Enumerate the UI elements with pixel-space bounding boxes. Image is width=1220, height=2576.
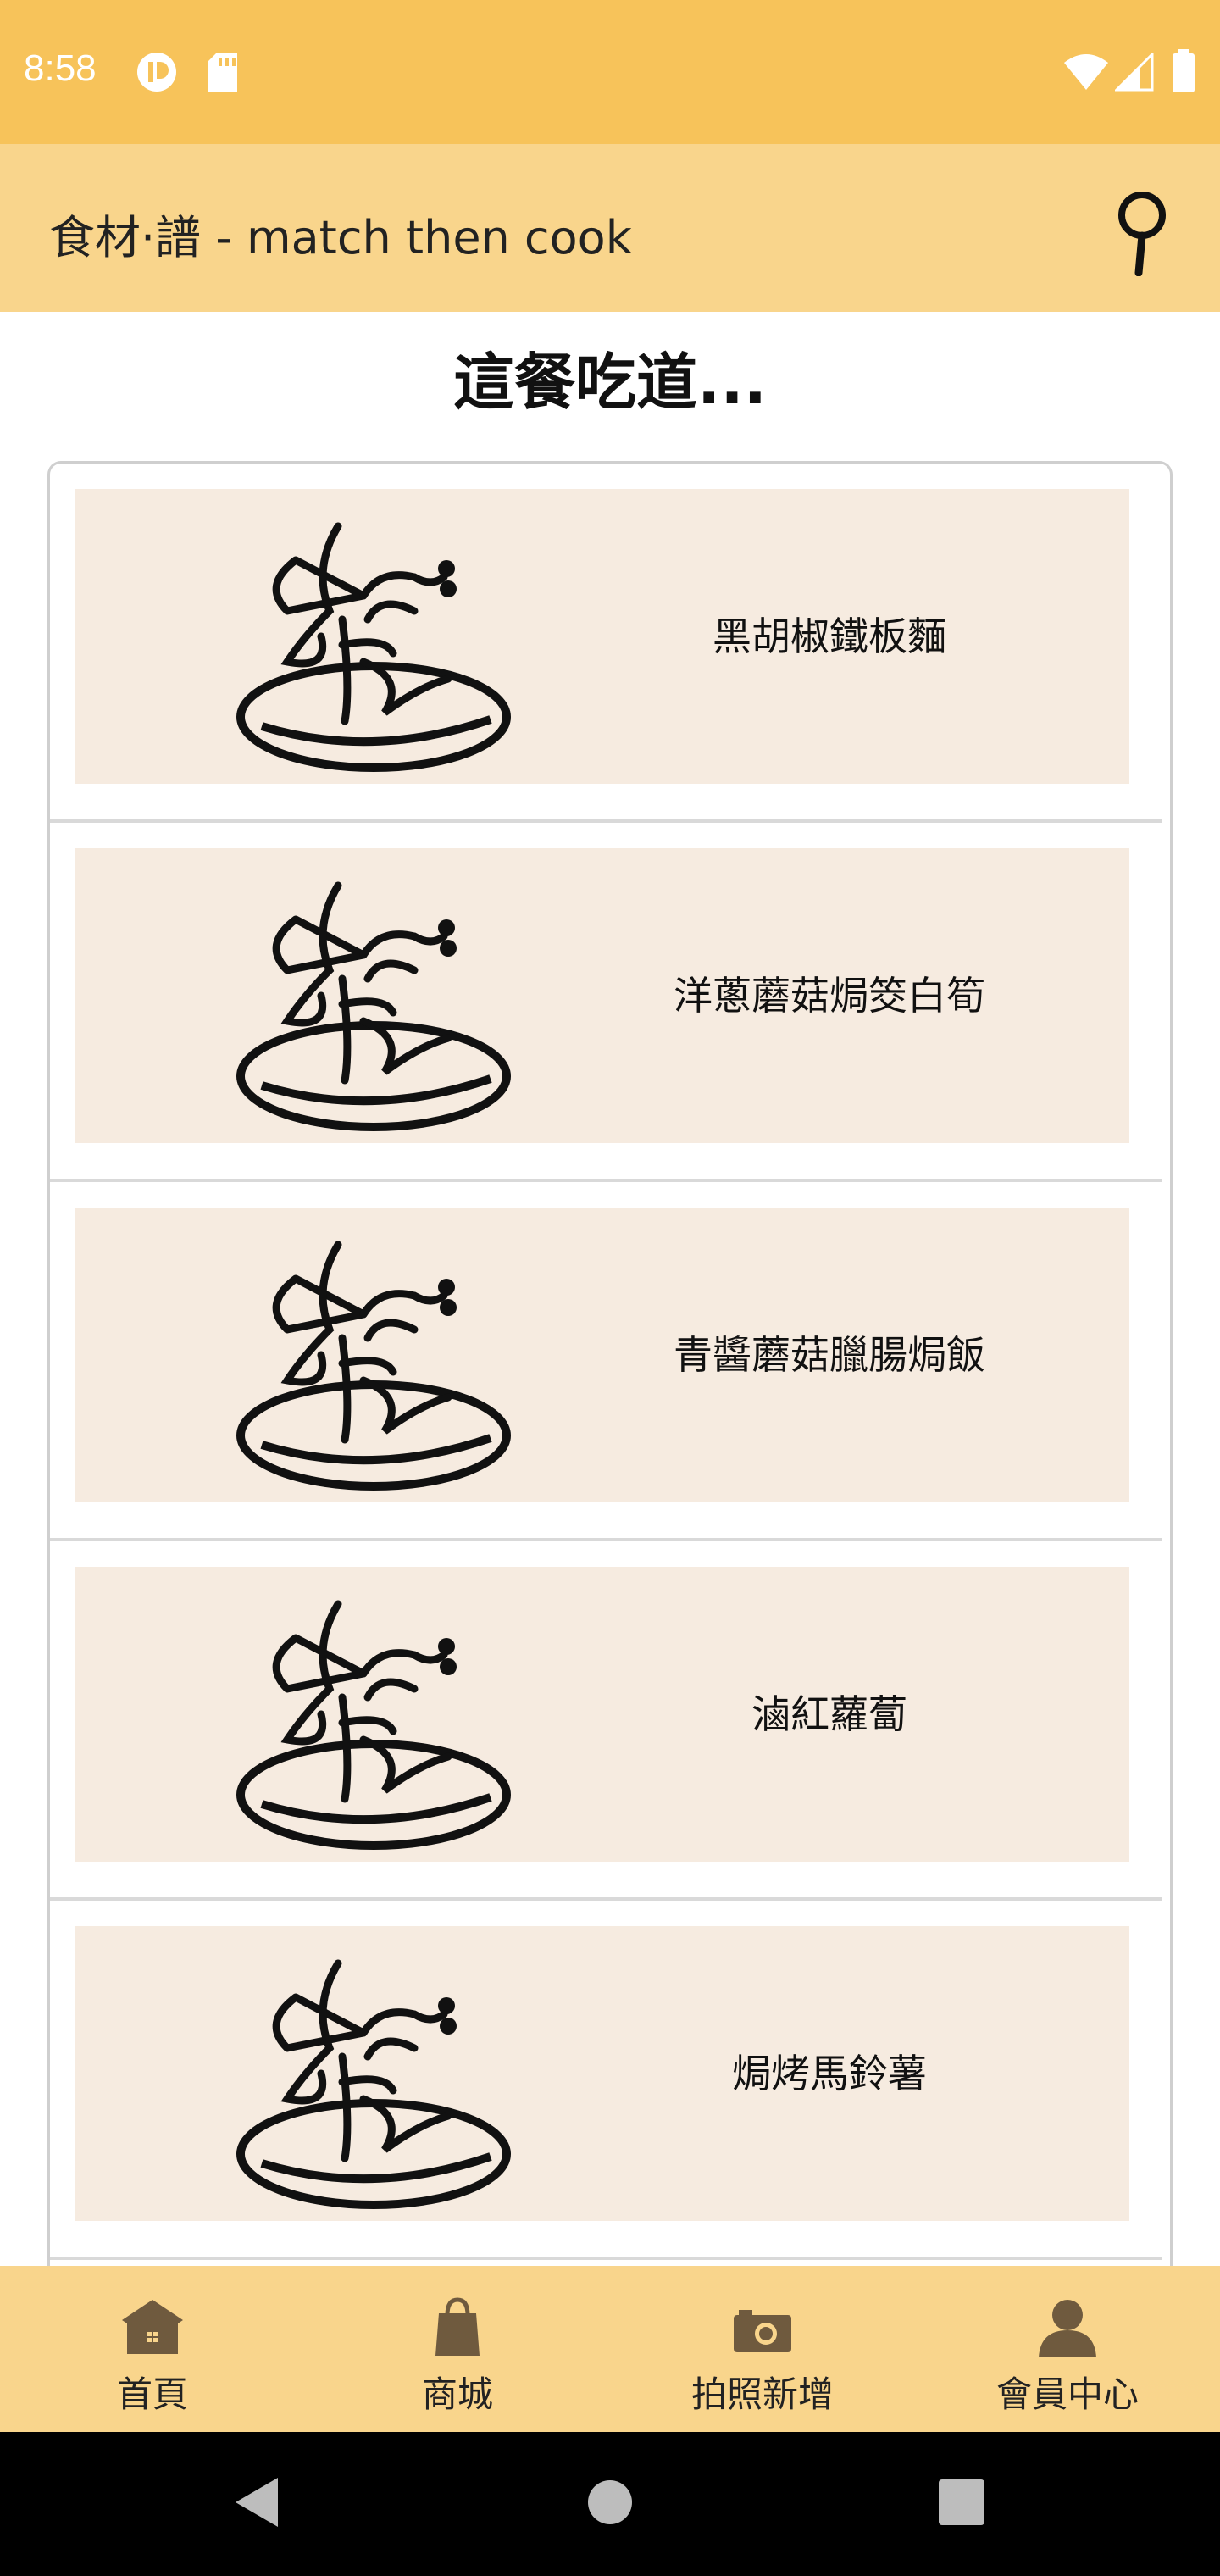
recipe-item[interactable]: 焗烤馬鈴薯 [50, 1901, 1162, 2260]
home-circle-icon[interactable] [586, 2474, 634, 2530]
search-button[interactable] [1108, 188, 1176, 277]
app-bar: 食材·譜 - match then cook [0, 144, 1220, 312]
battery-icon [1173, 49, 1195, 92]
dish-logo [236, 1959, 511, 2209]
nav-item-member[interactable]: 會員中心 [915, 2266, 1220, 2432]
recipe-name: 滷紅蘿蔔 [751, 1691, 907, 1737]
recipe-item[interactable]: 青醬蘑菇臘腸焗飯 [50, 1182, 1162, 1541]
app-title: 食材·譜 - match then cook [49, 211, 632, 264]
recipe-name: 焗烤馬鈴薯 [732, 2051, 927, 2096]
nav-label-member: 會員中心 [995, 2373, 1139, 2415]
search-icon [1118, 192, 1166, 277]
recipe-card[interactable]: 洋蔥蘑菇焗筊白筍 [75, 848, 1129, 1143]
nav-label-home: 首頁 [116, 2373, 188, 2415]
home-icon [122, 2300, 183, 2354]
dish-logo [236, 1241, 511, 1491]
nav-item-home[interactable]: 首頁 [0, 2266, 305, 2432]
recipe-item[interactable]: 洋蔥蘑菇焗筊白筍 [50, 823, 1162, 1182]
shopping-bag-icon [435, 2297, 480, 2356]
recipe-list[interactable]: 黑胡椒鐵板麵 洋蔥蘑菇焗筊白筍 青醬蘑菇臘腸焗飯 滷紅蘿蔔 焗烤馬鈴薯 [47, 461, 1173, 2266]
recipe-name: 黑胡椒鐵板麵 [713, 613, 946, 659]
status-time: 8:58 [24, 47, 97, 89]
nav-item-shop[interactable]: 商城 [305, 2266, 610, 2432]
dish-logo [236, 881, 511, 1131]
recipe-item[interactable]: 滷紅蘿蔔 [50, 1541, 1162, 1901]
person-icon [1039, 2300, 1096, 2357]
dish-logo [236, 1600, 511, 1850]
sd-card-icon [208, 53, 237, 92]
recipe-card[interactable]: 青醬蘑菇臘腸焗飯 [75, 1208, 1129, 1502]
nav-label-camera: 拍照新增 [690, 2373, 834, 2415]
divider [50, 2257, 1162, 2260]
recents-icon[interactable] [937, 2474, 986, 2530]
status-bar: 8:58 [0, 0, 1220, 144]
recipe-item[interactable]: 黑胡椒鐵板麵 [50, 464, 1162, 823]
page-heading: 這餐吃道... [452, 347, 768, 418]
notification-app-icon [137, 53, 176, 92]
system-nav [0, 2432, 1220, 2576]
recipe-name: 青醬蘑菇臘腸焗飯 [674, 1332, 985, 1378]
recipe-card[interactable]: 黑胡椒鐵板麵 [75, 489, 1129, 784]
recipe-card[interactable]: 焗烤馬鈴薯 [75, 1926, 1129, 2221]
nav-item-camera[interactable]: 拍照新增 [610, 2266, 915, 2432]
wifi-icon [1064, 54, 1108, 90]
camera-icon [734, 2310, 791, 2352]
cell-signal-icon [1115, 53, 1154, 92]
dish-logo [236, 522, 511, 772]
nav-label-shop: 商城 [421, 2373, 493, 2415]
recipe-name: 洋蔥蘑菇焗筊白筍 [674, 973, 985, 1019]
back-icon[interactable] [230, 2474, 281, 2530]
recipe-card[interactable]: 滷紅蘿蔔 [75, 1567, 1129, 1862]
bottom-nav: 首頁 商城 拍照新增 會員中心 [0, 2266, 1220, 2432]
